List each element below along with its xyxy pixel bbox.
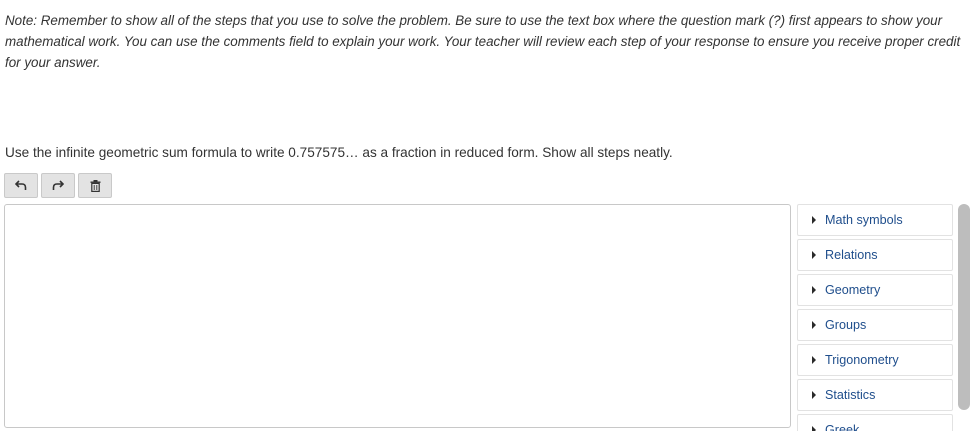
redo-icon xyxy=(52,180,64,190)
palette-relations[interactable]: Relations xyxy=(797,239,953,271)
symbol-palette: Math symbols Relations Geometry Groups T… xyxy=(797,204,955,431)
palette-groups[interactable]: Groups xyxy=(797,309,953,341)
redo-button[interactable] xyxy=(41,173,75,198)
palette-item-label: Trigonometry xyxy=(825,353,899,367)
caret-right-icon xyxy=(812,251,816,259)
palette-math-symbols[interactable]: Math symbols xyxy=(797,204,953,236)
palette-greek[interactable]: Greek xyxy=(797,414,953,431)
caret-right-icon xyxy=(812,321,816,329)
undo-button[interactable] xyxy=(4,173,38,198)
caret-right-icon xyxy=(812,356,816,364)
editor-toolbar xyxy=(4,173,112,198)
caret-right-icon xyxy=(812,216,816,224)
palette-item-label: Relations xyxy=(825,248,878,262)
palette-geometry[interactable]: Geometry xyxy=(797,274,953,306)
palette-item-label: Statistics xyxy=(825,388,876,402)
undo-icon xyxy=(15,180,27,190)
question-page: Note: Remember to show all of the steps … xyxy=(0,0,975,431)
caret-right-icon xyxy=(812,426,816,431)
caret-right-icon xyxy=(812,391,816,399)
palette-item-label: Math symbols xyxy=(825,213,903,227)
palette-item-label: Greek xyxy=(825,423,860,431)
question-prompt: Use the infinite geometric sum formula t… xyxy=(5,145,673,160)
palette-scrollbar[interactable] xyxy=(958,204,970,410)
instructions-note: Note: Remember to show all of the steps … xyxy=(5,13,961,70)
math-answer-editor[interactable] xyxy=(4,204,791,428)
trash-icon xyxy=(90,179,100,192)
delete-button[interactable] xyxy=(78,173,112,198)
palette-item-label: Geometry xyxy=(825,283,881,297)
palette-trigonometry[interactable]: Trigonometry xyxy=(797,344,953,376)
palette-statistics[interactable]: Statistics xyxy=(797,379,953,411)
palette-item-label: Groups xyxy=(825,318,867,332)
caret-right-icon xyxy=(812,286,816,294)
